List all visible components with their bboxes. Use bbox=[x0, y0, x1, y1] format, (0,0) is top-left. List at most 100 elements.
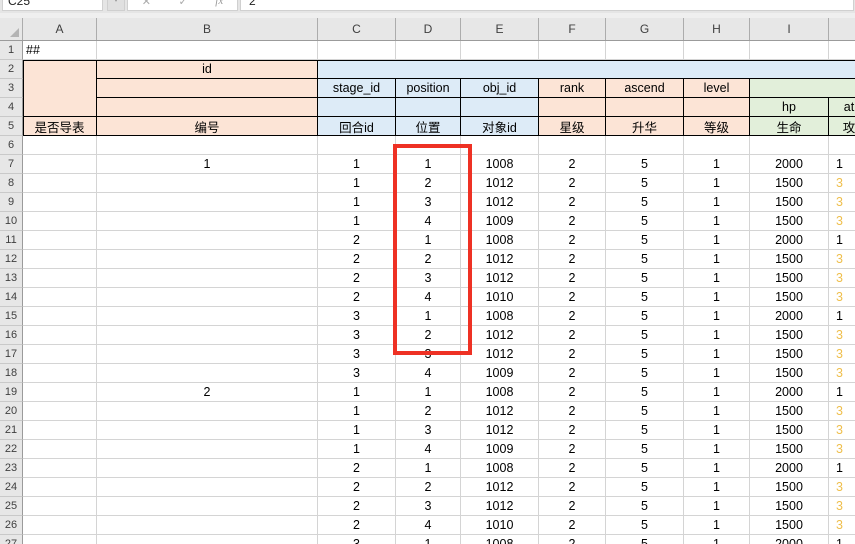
row-header-27[interactable]: 27 bbox=[0, 535, 23, 544]
cell-I24[interactable]: 1500 bbox=[750, 478, 829, 497]
cell-D27[interactable]: 1 bbox=[396, 535, 461, 544]
cell-J18[interactable]: 3 bbox=[829, 364, 855, 383]
cancel-icon[interactable]: ✕ bbox=[142, 0, 151, 8]
row-header-23[interactable]: 23 bbox=[0, 459, 23, 478]
cell-F6[interactable] bbox=[539, 136, 606, 155]
header-cell-C2[interactable] bbox=[318, 60, 855, 79]
cell-J1[interactable] bbox=[829, 41, 855, 60]
cell-J20[interactable]: 3 bbox=[829, 402, 855, 421]
row-header-2[interactable]: 2 bbox=[0, 60, 23, 79]
header-cell-F4[interactable] bbox=[539, 98, 606, 117]
cell-D22[interactable]: 4 bbox=[396, 440, 461, 459]
cell-C11[interactable]: 2 bbox=[318, 231, 396, 250]
cell-A22[interactable] bbox=[23, 440, 97, 459]
cell-G17[interactable]: 5 bbox=[606, 345, 684, 364]
cell-H18[interactable]: 1 bbox=[684, 364, 750, 383]
cell-G13[interactable]: 5 bbox=[606, 269, 684, 288]
cell-D1[interactable] bbox=[396, 41, 461, 60]
cell-F10[interactable]: 2 bbox=[539, 212, 606, 231]
cell-F27[interactable]: 2 bbox=[539, 535, 606, 544]
cell-B13[interactable] bbox=[97, 269, 318, 288]
header-cell-C5[interactable]: 回合id bbox=[318, 117, 396, 136]
cell-F14[interactable]: 2 bbox=[539, 288, 606, 307]
cell-J8[interactable]: 3 bbox=[829, 174, 855, 193]
cell-J21[interactable]: 3 bbox=[829, 421, 855, 440]
cell-I9[interactable]: 1500 bbox=[750, 193, 829, 212]
row-header-7[interactable]: 7 bbox=[0, 155, 23, 174]
row-header-11[interactable]: 11 bbox=[0, 231, 23, 250]
col-header-I[interactable]: I bbox=[750, 18, 829, 40]
cell-J14[interactable]: 3 bbox=[829, 288, 855, 307]
cell-A15[interactable] bbox=[23, 307, 97, 326]
header-cell-C3[interactable]: stage_id bbox=[318, 79, 396, 98]
cell-C14[interactable]: 2 bbox=[318, 288, 396, 307]
cell-I22[interactable]: 1500 bbox=[750, 440, 829, 459]
header-cell-G4[interactable] bbox=[606, 98, 684, 117]
cell-D23[interactable]: 1 bbox=[396, 459, 461, 478]
cell-D21[interactable]: 3 bbox=[396, 421, 461, 440]
header-cell-H4[interactable] bbox=[684, 98, 750, 117]
cell-F17[interactable]: 2 bbox=[539, 345, 606, 364]
row-header-8[interactable]: 8 bbox=[0, 174, 23, 193]
cell-E7[interactable]: 1008 bbox=[461, 155, 539, 174]
cell-E18[interactable]: 1009 bbox=[461, 364, 539, 383]
row-header-5[interactable]: 5 bbox=[0, 117, 23, 136]
cell-I19[interactable]: 2000 bbox=[750, 383, 829, 402]
cell-F22[interactable]: 2 bbox=[539, 440, 606, 459]
cell-A7[interactable] bbox=[23, 155, 97, 174]
cell-H11[interactable]: 1 bbox=[684, 231, 750, 250]
header-cell-J4[interactable]: at bbox=[829, 98, 855, 117]
cell-C17[interactable]: 3 bbox=[318, 345, 396, 364]
cell-E17[interactable]: 1012 bbox=[461, 345, 539, 364]
cell-C26[interactable]: 2 bbox=[318, 516, 396, 535]
header-cell-C4[interactable] bbox=[318, 98, 396, 117]
cell-B27[interactable] bbox=[97, 535, 318, 544]
cell-E27[interactable]: 1008 bbox=[461, 535, 539, 544]
cell-B19[interactable]: 2 bbox=[97, 383, 318, 402]
select-all-corner[interactable] bbox=[0, 18, 23, 40]
cell-D24[interactable]: 2 bbox=[396, 478, 461, 497]
cell-H19[interactable]: 1 bbox=[684, 383, 750, 402]
cell-F20[interactable]: 2 bbox=[539, 402, 606, 421]
cell-B7[interactable]: 1 bbox=[97, 155, 318, 174]
header-cell-I3[interactable] bbox=[750, 79, 855, 98]
cell-C20[interactable]: 1 bbox=[318, 402, 396, 421]
cell-J19[interactable]: 1 bbox=[829, 383, 855, 402]
cell-D18[interactable]: 4 bbox=[396, 364, 461, 383]
col-header-E[interactable]: E bbox=[461, 18, 539, 40]
header-cell-A5[interactable]: 是否导表 bbox=[23, 117, 97, 136]
cell-G12[interactable]: 5 bbox=[606, 250, 684, 269]
cell-C6[interactable] bbox=[318, 136, 396, 155]
cell-J24[interactable]: 3 bbox=[829, 478, 855, 497]
cell-G25[interactable]: 5 bbox=[606, 497, 684, 516]
col-header-J[interactable] bbox=[829, 18, 855, 40]
row-header-9[interactable]: 9 bbox=[0, 193, 23, 212]
cell-J10[interactable]: 3 bbox=[829, 212, 855, 231]
row-header-16[interactable]: 16 bbox=[0, 326, 23, 345]
cell-B22[interactable] bbox=[97, 440, 318, 459]
cell-J23[interactable]: 1 bbox=[829, 459, 855, 478]
cell-F21[interactable]: 2 bbox=[539, 421, 606, 440]
row-header-6[interactable]: 6 bbox=[0, 136, 23, 155]
row-header-17[interactable]: 17 bbox=[0, 345, 23, 364]
header-cell-D3[interactable]: position bbox=[396, 79, 461, 98]
name-box[interactable]: C25 bbox=[2, 0, 103, 11]
cell-A26[interactable] bbox=[23, 516, 97, 535]
cell-E16[interactable]: 1012 bbox=[461, 326, 539, 345]
cell-G21[interactable]: 5 bbox=[606, 421, 684, 440]
cell-A11[interactable] bbox=[23, 231, 97, 250]
cell-G22[interactable]: 5 bbox=[606, 440, 684, 459]
cell-C27[interactable]: 3 bbox=[318, 535, 396, 544]
header-cell-I5[interactable]: 生命 bbox=[750, 117, 829, 136]
row-header-10[interactable]: 10 bbox=[0, 212, 23, 231]
cell-C19[interactable]: 1 bbox=[318, 383, 396, 402]
cell-H7[interactable]: 1 bbox=[684, 155, 750, 174]
cell-A1[interactable]: ## bbox=[23, 41, 97, 60]
cell-C13[interactable]: 2 bbox=[318, 269, 396, 288]
cell-C9[interactable]: 1 bbox=[318, 193, 396, 212]
cell-C23[interactable]: 2 bbox=[318, 459, 396, 478]
cell-I12[interactable]: 1500 bbox=[750, 250, 829, 269]
cell-H17[interactable]: 1 bbox=[684, 345, 750, 364]
insert-function-icon[interactable]: fx bbox=[215, 0, 223, 7]
cell-H8[interactable]: 1 bbox=[684, 174, 750, 193]
